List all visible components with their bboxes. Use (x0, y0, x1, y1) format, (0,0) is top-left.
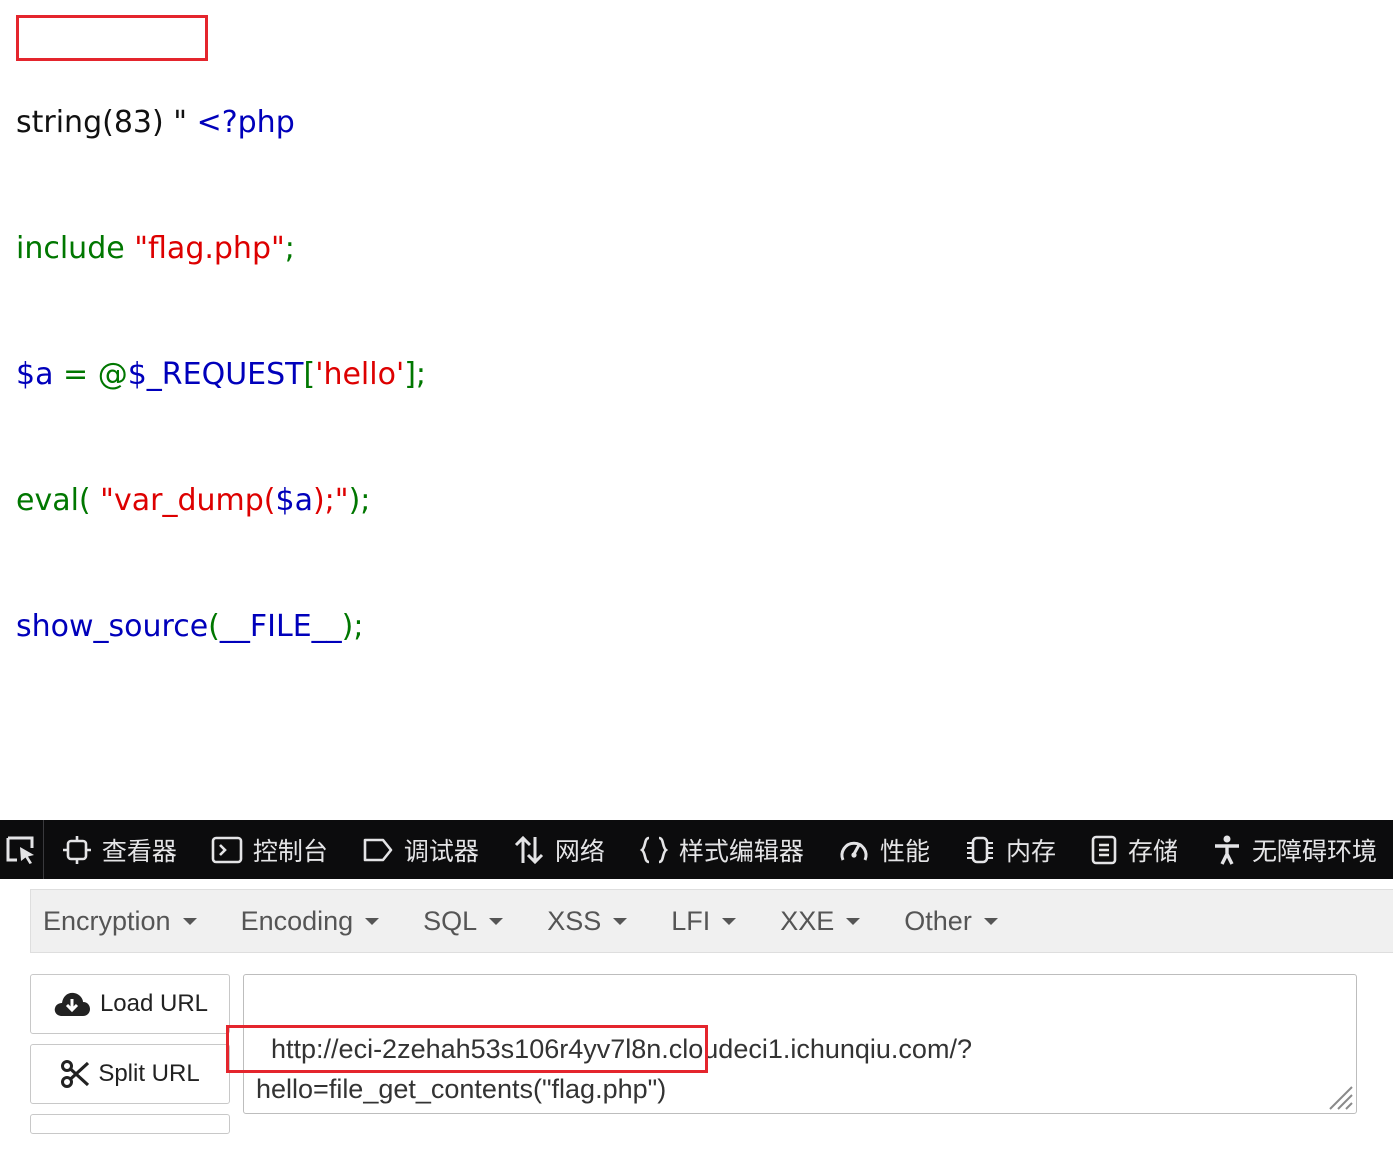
menu-other[interactable]: Other (892, 906, 1008, 937)
menu-encryption[interactable]: Encryption (31, 906, 207, 937)
tab-memory-label: 内存 (1005, 836, 1056, 866)
assign-operator: = @ (63, 357, 128, 392)
split-url-label: Split URL (98, 1060, 200, 1087)
split-url-button[interactable]: Split URL (30, 1044, 230, 1104)
accessibility-icon (1214, 835, 1239, 865)
caret-down-icon (489, 917, 504, 925)
performance-icon (840, 841, 868, 861)
request-superglobal: $_REQUEST (127, 357, 304, 392)
var-dump-output: string(83) " (16, 105, 197, 140)
storage-icon (1091, 835, 1117, 864)
load-url-label: Load URL (99, 990, 209, 1017)
menu-encoding[interactable]: Encoding (229, 906, 390, 937)
statement-end: ; (284, 231, 295, 266)
menu-xxe-label: XXE (780, 905, 835, 936)
tab-network[interactable]: 网络 (495, 820, 621, 879)
execute-button-partial[interactable] (30, 1114, 230, 1134)
menu-encryption-label: Encryption (43, 905, 171, 936)
tab-style-editor-label: 样式编辑器 (678, 836, 804, 866)
paren-open: ( (208, 609, 220, 644)
tab-network-label: 网络 (554, 836, 605, 866)
tab-memory[interactable]: 内存 (946, 820, 1072, 879)
eval-string-start: "var_dump( (100, 483, 276, 518)
bracket-open: [ (303, 357, 316, 392)
devtools-toolbar: 查看器 控制台 调试器 网络 样式编辑器 性能 内存 存储 无障碍环境 (0, 820, 1393, 879)
eval-variable: $a (275, 483, 313, 518)
caret-down-icon (846, 917, 861, 925)
caret-down-icon (983, 917, 998, 925)
menu-other-label: Other (904, 905, 972, 936)
tab-inspector[interactable]: 查看器 (44, 820, 193, 879)
scissors-icon (61, 1060, 90, 1088)
menu-xss[interactable]: XSS (535, 906, 637, 937)
caret-down-icon (722, 917, 737, 925)
file-constant: __FILE__ (219, 609, 342, 644)
menu-encoding-label: Encoding (240, 905, 354, 936)
menu-xss-label: XSS (547, 905, 602, 936)
tab-console[interactable]: 控制台 (193, 820, 344, 879)
console-icon (211, 836, 243, 863)
variable-a: $a (16, 357, 64, 392)
source-line-1: string(83) " <?php (16, 102, 426, 144)
include-keyword: include (16, 231, 135, 266)
tab-debugger[interactable]: 调试器 (344, 820, 495, 879)
hackbar-menu: Encryption Encoding SQL XSS LFI XXE Othe… (30, 889, 1393, 953)
caret-down-icon (182, 917, 197, 925)
menu-xxe[interactable]: XXE (768, 906, 870, 937)
tab-performance-label: 性能 (879, 836, 930, 866)
php-source-view: string(83) " <?php include "flag.php"; $… (16, 18, 426, 690)
caret-down-icon (613, 917, 628, 925)
memory-icon (966, 836, 993, 863)
url-text: http://eci-2zehah53s106r4yv7l8n.cloudeci… (256, 1034, 972, 1104)
element-picker-icon (6, 836, 35, 864)
tab-storage[interactable]: 存储 (1072, 820, 1194, 879)
inspector-icon (62, 835, 91, 864)
style-editor-icon (639, 836, 669, 863)
bracket-close: ]; (404, 357, 427, 392)
menu-lfi[interactable]: LFI (659, 906, 746, 937)
tab-storage-label: 存储 (1127, 836, 1178, 866)
tab-accessibility[interactable]: 无障碍环境 (1194, 820, 1393, 879)
show-source-call: show_source (16, 609, 209, 644)
url-textarea[interactable]: http://eci-2zehah53s106r4yv7l8n.cloudeci… (243, 974, 1357, 1114)
source-line-5: show_source(__FILE__); (16, 606, 426, 648)
tab-inspector-label: 查看器 (101, 836, 177, 866)
cloud-download-icon (54, 992, 90, 1016)
tab-accessibility-label: 无障碍环境 (1251, 836, 1377, 866)
include-string: "flag.php" (134, 231, 285, 266)
eval-string-end: );" (312, 483, 349, 518)
show-source-end: ); (341, 609, 364, 644)
php-open-tag: <?php (196, 105, 295, 140)
menu-sql[interactable]: SQL (411, 906, 513, 937)
source-line-4: eval( "var_dump($a);"); (16, 480, 426, 522)
tab-style-editor[interactable]: 样式编辑器 (621, 820, 820, 879)
element-picker-button[interactable] (0, 820, 44, 879)
resize-grip-icon[interactable] (1324, 1081, 1354, 1111)
tab-performance[interactable]: 性能 (820, 820, 946, 879)
tab-console-label: 控制台 (252, 836, 328, 866)
source-line-3: $a = @$_REQUEST['hello']; (16, 354, 426, 396)
debugger-icon (363, 838, 393, 861)
eval-end: ); (348, 483, 371, 518)
tab-debugger-label: 调试器 (403, 836, 479, 866)
load-url-button[interactable]: Load URL (30, 974, 230, 1034)
hello-key-string: 'hello' (315, 357, 405, 392)
source-line-2: include "flag.php"; (16, 228, 426, 270)
caret-down-icon (365, 917, 380, 925)
eval-call: eval( (16, 483, 101, 518)
menu-sql-label: SQL (423, 905, 478, 936)
network-icon (514, 835, 543, 864)
menu-lfi-label: LFI (671, 905, 711, 936)
